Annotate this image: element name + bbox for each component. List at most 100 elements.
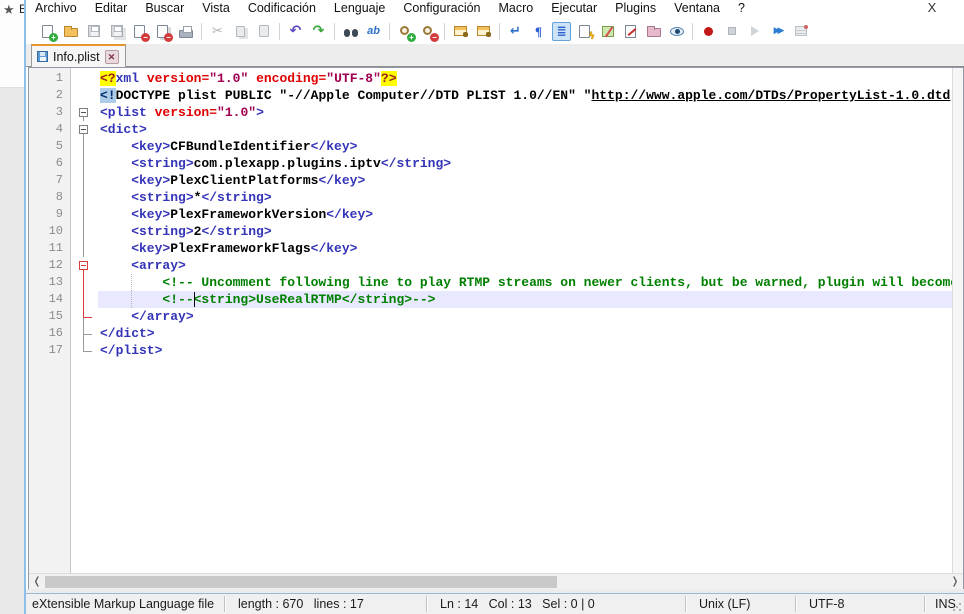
replace-button[interactable]: ab [364, 22, 383, 41]
indent-guide-button[interactable]: ≣ [552, 22, 571, 41]
toolbar-separator [389, 23, 390, 40]
code-line-11[interactable]: 11 <key>PlexFrameworkFlags</key> [29, 240, 952, 257]
code-line-8[interactable]: 8 <string>*</string> [29, 189, 952, 206]
code-text: <key>PlexFrameworkVersion</key> [98, 206, 952, 223]
line-number: 17 [29, 342, 71, 359]
toolbar-separator [444, 23, 445, 40]
menu-item-macro[interactable]: Macro [490, 0, 543, 18]
code-line-16[interactable]: 16 </dict> [29, 325, 952, 342]
code-text: <!-- Uncomment following line to play RT… [98, 274, 952, 291]
menu-item-plugins[interactable]: Plugins [606, 0, 665, 18]
code-text: </dict> [98, 325, 952, 342]
word-wrap-button[interactable]: ↵ [506, 22, 525, 41]
document-map-button[interactable] [598, 22, 617, 41]
menu-item-codificacin[interactable]: Codificación [239, 0, 325, 18]
menu-item-archivo[interactable]: Archivo [26, 0, 86, 18]
fold-line [71, 70, 98, 87]
line-number: 15 [29, 308, 71, 325]
horizontal-scrollbar[interactable]: ❬ ❭ [29, 573, 963, 589]
fold-collapse-icon[interactable] [71, 257, 98, 274]
macro-record-button[interactable] [699, 22, 718, 41]
menu-item-?[interactable]: ? [729, 0, 754, 18]
menu-item-editar[interactable]: Editar [86, 0, 137, 18]
toolbar-separator [201, 23, 202, 40]
code-line-14[interactable]: 14 <!--<string>UseRealRTMP</string>--> [29, 291, 952, 308]
save-all-button[interactable] [107, 22, 126, 41]
status-encoding[interactable]: UTF-8 [809, 597, 844, 611]
tab-title: Info.plist [53, 50, 100, 64]
code-line-4[interactable]: 4<dict> [29, 121, 952, 138]
line-number: 16 [29, 325, 71, 342]
find-button[interactable] [341, 22, 360, 41]
tab-close-icon[interactable]: ✕ [105, 50, 119, 64]
tab-info-plist[interactable]: Info.plist ✕ [31, 44, 126, 67]
code-editor[interactable]: 1<?xml version="1.0" encoding="UTF-8"?>2… [28, 67, 964, 589]
code-line-13[interactable]: 13 <!-- Uncomment following line to play… [29, 274, 952, 291]
macro-play-button[interactable] [745, 22, 764, 41]
sync-horizontal-scroll-button[interactable] [474, 22, 493, 41]
code-line-12[interactable]: 12 <array> [29, 257, 952, 274]
menu-item-lenguaje[interactable]: Lenguaje [325, 0, 394, 18]
vertical-scrollbar[interactable] [952, 68, 963, 573]
paste-button[interactable] [254, 22, 273, 41]
view-file-button[interactable] [667, 22, 686, 41]
menu-item-configuracin[interactable]: Configuración [394, 0, 489, 18]
fold-line [71, 223, 98, 240]
zoom-out-button[interactable]: − [419, 22, 438, 41]
menu-item-vista[interactable]: Vista [193, 0, 239, 18]
code-line-2[interactable]: 2<!DOCTYPE plist PUBLIC "-//Apple Comput… [29, 87, 952, 104]
folder-as-workspace-button[interactable] [644, 22, 663, 41]
function-list-button[interactable]: ϟ [575, 22, 594, 41]
code-text: </array> [98, 308, 952, 325]
macro-run-multiple-button[interactable]: ▶▶ [768, 22, 787, 41]
copy-button[interactable] [231, 22, 250, 41]
code-line-9[interactable]: 9 <key>PlexFrameworkVersion</key> [29, 206, 952, 223]
menu-item-ejecutar[interactable]: Ejecutar [542, 0, 606, 18]
status-eol-format[interactable]: Unix (LF) [699, 597, 750, 611]
code-line-5[interactable]: 5 <key>CFBundleIdentifier</key> [29, 138, 952, 155]
scroll-left-arrow-icon[interactable]: ❬ [29, 574, 45, 589]
undo-button[interactable]: ↶ [286, 22, 305, 41]
resize-grip[interactable] [952, 602, 962, 612]
document-monitor-button[interactable] [621, 22, 640, 41]
code-line-6[interactable]: 6 <string>com.plexapp.plugins.iptv</stri… [29, 155, 952, 172]
status-divider [685, 596, 686, 612]
close-file-button[interactable]: − [130, 22, 149, 41]
line-number: 8 [29, 189, 71, 206]
line-number: 5 [29, 138, 71, 155]
horizontal-scroll-thumb[interactable] [45, 576, 557, 588]
toolbar: +−−✂↶↷ab+−↵¶≣ϟ▶▶ [26, 18, 964, 44]
new-file-button[interactable]: + [38, 22, 57, 41]
line-number: 6 [29, 155, 71, 172]
code-line-10[interactable]: 10 <string>2</string> [29, 223, 952, 240]
code-line-7[interactable]: 7 <key>PlexClientPlatforms</key> [29, 172, 952, 189]
sync-vertical-scroll-button[interactable] [451, 22, 470, 41]
menu-item-buscar[interactable]: Buscar [136, 0, 193, 18]
close-all-button[interactable]: − [153, 22, 172, 41]
open-file-button[interactable] [61, 22, 80, 41]
code-line-17[interactable]: 17</plist> [29, 342, 952, 359]
macro-save-button[interactable] [791, 22, 810, 41]
code-text: <string>*</string> [98, 189, 952, 206]
show-all-chars-button[interactable]: ¶ [529, 22, 548, 41]
scroll-right-arrow-icon[interactable]: ❭ [947, 574, 963, 589]
print-button[interactable] [176, 22, 195, 41]
menu-item-ventana[interactable]: Ventana [665, 0, 729, 18]
window-close-button[interactable]: X [922, 0, 942, 18]
code-text: <string>2</string> [98, 223, 952, 240]
zoom-in-button[interactable]: + [396, 22, 415, 41]
fold-collapse-icon[interactable] [71, 104, 98, 121]
cut-button[interactable]: ✂ [208, 22, 227, 41]
code-line-1[interactable]: 1<?xml version="1.0" encoding="UTF-8"?> [29, 70, 952, 87]
fold-collapse-icon[interactable] [71, 121, 98, 138]
fold-line [71, 87, 98, 104]
macro-stop-button[interactable] [722, 22, 741, 41]
fold-line [71, 291, 98, 308]
status-divider [426, 596, 427, 612]
code-text: <key>PlexClientPlatforms</key> [98, 172, 952, 189]
code-line-3[interactable]: 3<plist version="1.0"> [29, 104, 952, 121]
code-line-15[interactable]: 15 </array> [29, 308, 952, 325]
line-number: 10 [29, 223, 71, 240]
redo-button[interactable]: ↷ [309, 22, 328, 41]
save-button[interactable] [84, 22, 103, 41]
